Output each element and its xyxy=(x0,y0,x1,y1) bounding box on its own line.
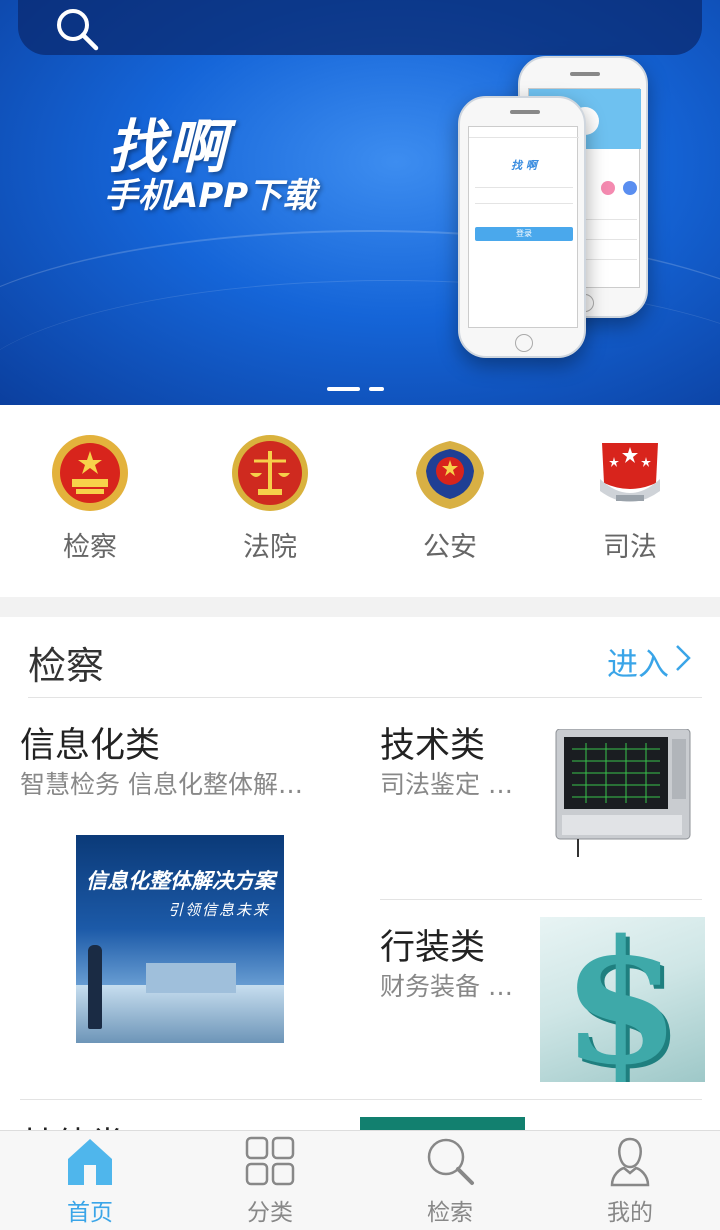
item-subtitle: 财务装备 … xyxy=(380,972,513,1001)
item-divider xyxy=(380,899,702,900)
section-divider xyxy=(28,697,702,698)
procuratorate-emblem-icon xyxy=(52,435,128,511)
banner-carousel[interactable]: 找啊 手机APP下载 找 啊 登录 xyxy=(0,0,720,405)
banner-subtitle: 手机APP下载 xyxy=(104,176,317,216)
device-image xyxy=(555,729,691,857)
section-title: 检察 xyxy=(28,644,105,688)
category-label: 法院 xyxy=(243,532,297,563)
other-image xyxy=(360,1117,525,1130)
tab-label: 首页 xyxy=(67,1200,113,1226)
promo-headline: 信息化整体解决方案 xyxy=(86,869,275,893)
phone-login-label: 登录 xyxy=(516,229,532,238)
item-title: 技术类 xyxy=(380,726,486,766)
item-title: 信息化类 xyxy=(20,726,161,766)
tab-label: 检索 xyxy=(427,1200,473,1226)
category-procuratorate[interactable]: 检察 xyxy=(0,405,180,597)
home-icon xyxy=(68,1139,112,1185)
justice-emblem-icon xyxy=(600,443,660,502)
finance-image: $ xyxy=(540,917,705,1082)
carousel-dot-active[interactable] xyxy=(327,387,360,391)
item-subtitle: 智慧检务 信息化整体解… xyxy=(20,770,303,799)
police-emblem-icon xyxy=(416,441,484,509)
search-icon[interactable] xyxy=(54,6,100,52)
category-police[interactable]: 公安 xyxy=(360,405,540,597)
promo-image[interactable]: 信息化整体解决方案 引领信息未来 xyxy=(76,835,284,1043)
item-title: 其他类 xyxy=(20,1117,125,1130)
tab-category[interactable]: 分类 xyxy=(180,1131,360,1230)
grid-icon xyxy=(245,1136,295,1186)
tab-mine[interactable]: 我的 xyxy=(540,1131,720,1230)
carousel-indicator xyxy=(0,387,720,393)
category-court[interactable]: 法院 xyxy=(180,405,360,597)
category-label: 司法 xyxy=(603,532,657,563)
chevron-right-icon[interactable] xyxy=(672,643,694,673)
category-label: 公安 xyxy=(423,532,477,563)
tab-label: 分类 xyxy=(247,1200,293,1226)
banner-phone-front: 找 啊 登录 xyxy=(458,96,586,358)
search-bar[interactable] xyxy=(18,0,702,55)
tab-search[interactable]: 检索 xyxy=(360,1131,540,1230)
carousel-dot[interactable] xyxy=(369,387,384,391)
phone-app-name: 找 啊 xyxy=(511,159,537,172)
bottom-tab-bar: 首页 分类 检索 我的 xyxy=(0,1130,720,1230)
category-justice[interactable]: 司法 xyxy=(540,405,720,597)
user-icon xyxy=(610,1137,650,1187)
section-enter-link[interactable]: 进入 xyxy=(607,639,669,684)
section-bottom-divider xyxy=(20,1099,702,1100)
item-title: 行装类 xyxy=(380,928,486,968)
section-procuratorate: 检察 进入 信息化类 智慧检务 信息化整体解… 信息化整体解决方案 引领信息未来… xyxy=(0,617,720,1130)
tab-label: 我的 xyxy=(607,1200,653,1226)
tab-home[interactable]: 首页 xyxy=(0,1131,180,1230)
category-label: 检察 xyxy=(63,532,117,563)
dollar-icon: $ xyxy=(562,917,681,1082)
court-emblem-icon xyxy=(232,435,308,511)
item-subtitle: 司法鉴定 … xyxy=(380,770,513,799)
search-icon xyxy=(427,1138,474,1185)
promo-tagline: 引领信息未来 xyxy=(168,901,271,919)
category-row: 检察 法院 公安 司法 xyxy=(0,405,720,597)
